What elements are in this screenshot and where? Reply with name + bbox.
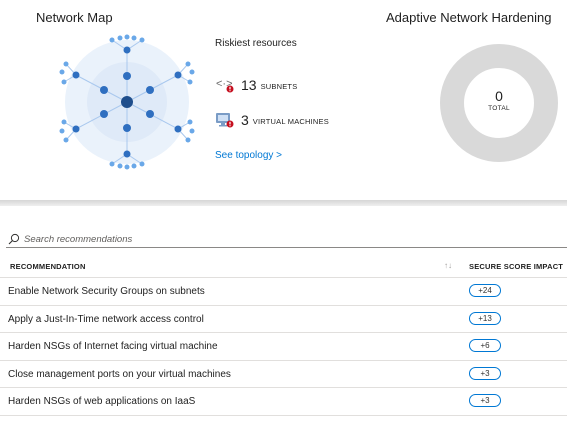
score-impact-badge: +24 bbox=[469, 284, 501, 297]
subnets-label: SUBNETS bbox=[260, 82, 298, 91]
recommendation-text: Enable Network Security Groups on subnet… bbox=[8, 286, 205, 297]
score-impact-badge: +6 bbox=[469, 339, 501, 352]
vms-label: VIRTUAL MACHINES bbox=[252, 117, 329, 126]
virtual-machine-icon bbox=[215, 111, 235, 129]
search-box[interactable] bbox=[6, 231, 567, 248]
hardening-total-value: 0 bbox=[495, 88, 503, 104]
score-impact-badge: +3 bbox=[469, 394, 501, 407]
recommendations-table: RECOMMENDATION ↑↓ SECURE SCORE IMPACT En… bbox=[0, 256, 567, 416]
network-map-graph[interactable] bbox=[52, 30, 202, 170]
subnets-summary[interactable]: <·> 13 SUBNETS bbox=[215, 76, 297, 94]
vms-count: 3 bbox=[241, 112, 249, 128]
section-divider bbox=[0, 200, 567, 206]
recommendation-text: Harden NSGs of Internet facing virtual m… bbox=[8, 341, 218, 352]
table-row[interactable]: Enable Network Security Groups on subnet… bbox=[0, 278, 567, 306]
subnet-icon: <·> bbox=[215, 76, 235, 94]
subnets-count: 13 bbox=[241, 77, 257, 93]
table-row[interactable]: Close management ports on your virtual m… bbox=[0, 361, 567, 388]
recommendation-text: Close management ports on your virtual m… bbox=[8, 368, 231, 380]
recommendation-text: Harden NSGs of web applications on IaaS bbox=[8, 396, 196, 407]
column-header-recommendation[interactable]: RECOMMENDATION bbox=[10, 262, 86, 271]
column-header-secure-score-impact[interactable]: SECURE SCORE IMPACT bbox=[469, 262, 563, 271]
table-header: RECOMMENDATION ↑↓ SECURE SCORE IMPACT bbox=[0, 256, 567, 278]
vms-summary[interactable]: 3 VIRTUAL MACHINES bbox=[215, 111, 329, 129]
score-impact-badge: +3 bbox=[469, 366, 501, 380]
riskiest-resources-title: Riskiest resources bbox=[215, 38, 297, 49]
table-row[interactable]: Harden NSGs of web applications on IaaS … bbox=[0, 388, 567, 416]
search-icon bbox=[8, 233, 20, 245]
table-row[interactable]: Harden NSGs of Internet facing virtual m… bbox=[0, 333, 567, 361]
search-input[interactable] bbox=[24, 233, 524, 245]
recommendation-text: Apply a Just-In-Time network access cont… bbox=[8, 313, 204, 325]
score-impact-badge: +13 bbox=[469, 311, 501, 325]
network-map-title: Network Map bbox=[36, 10, 113, 25]
hardening-total-label: TOTAL bbox=[488, 105, 510, 112]
sort-icon[interactable]: ↑↓ bbox=[444, 261, 452, 270]
table-row[interactable]: Apply a Just-In-Time network access cont… bbox=[0, 306, 567, 333]
see-topology-link[interactable]: See topology > bbox=[215, 150, 282, 161]
overview-panel: Network Map Riskiest resources <·> 13 SU… bbox=[0, 0, 567, 200]
adaptive-hardening-title: Adaptive Network Hardening bbox=[386, 10, 552, 25]
